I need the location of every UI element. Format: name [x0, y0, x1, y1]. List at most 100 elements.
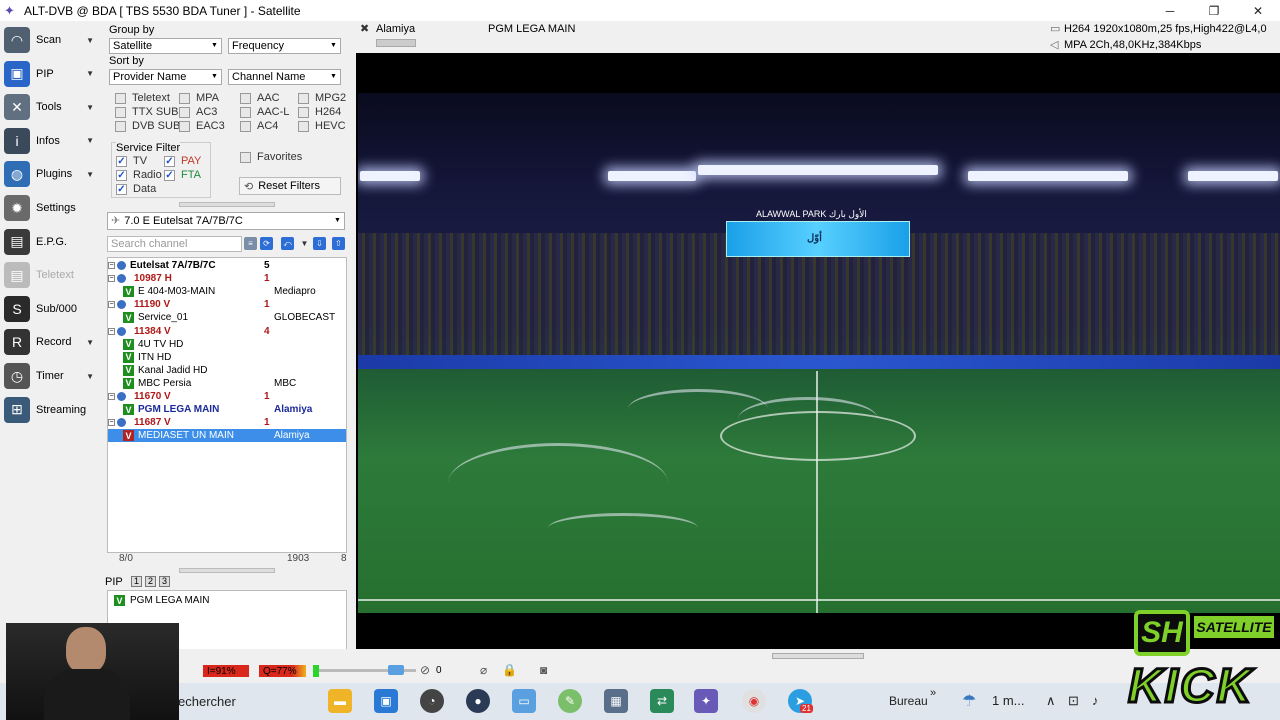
nav-sub-000[interactable]: S Sub/000 [4, 294, 100, 324]
altdvb-app-icon[interactable]: ✦ [694, 689, 718, 713]
filter-h264-checkbox[interactable]: H264 [298, 106, 341, 118]
transponder-node[interactable]: − 11190 V 1 [108, 298, 346, 311]
dropdown-arrow-icon[interactable]: ▼ [86, 69, 94, 78]
panel-splitter[interactable] [179, 202, 275, 207]
group-by-secondary-select[interactable]: Frequency ▼ [228, 38, 341, 54]
filter-tv-checkbox[interactable]: ✓ TV [116, 155, 147, 167]
filter-ac4-checkbox[interactable]: AC4 [240, 120, 278, 132]
nav-scan[interactable]: ◠ Scan ▼ [4, 25, 100, 55]
clock-app-icon[interactable]: ◔ [420, 689, 444, 713]
microphone-icon[interactable]: ♪ [1092, 693, 1099, 708]
dropdown-arrow-icon[interactable]: ▼ [86, 338, 94, 347]
sort-by-select[interactable]: Provider Name ▼ [109, 69, 222, 85]
dropdown-arrow-icon[interactable]: ▼ [86, 36, 94, 45]
restore-button[interactable]: ❐ [1192, 0, 1236, 21]
close-icon[interactable]: ✖ [360, 21, 372, 37]
transponder-node[interactable]: − 11384 V 4 [108, 325, 346, 338]
paint-app-icon[interactable]: ✎ [558, 689, 582, 713]
media-app-icon[interactable]: ● [466, 689, 490, 713]
filter-dvb-sub-checkbox[interactable]: DVB SUB [115, 120, 180, 132]
chrome-icon[interactable]: ◉ [742, 689, 766, 713]
transponder-node[interactable]: − 10987 H 1 [108, 272, 346, 285]
favorites-checkbox[interactable]: Favorites [240, 151, 302, 163]
reset-filters-button[interactable]: ⟲ Reset Filters [239, 177, 341, 195]
nav-tools[interactable]: ✕ Tools ▼ [4, 92, 100, 122]
taskbar-search[interactable]: echercher [178, 694, 236, 709]
channel-row[interactable]: V E 404-M03-MAIN Mediapro [108, 285, 346, 298]
collapse-icon[interactable]: − [108, 327, 115, 335]
pip-channel-row[interactable]: V PGM LEGA MAIN [108, 594, 346, 607]
volume-slider-handle[interactable] [388, 665, 404, 675]
nav-e-p-g[interactable]: ▤ E.P.G. [4, 227, 100, 257]
filter-aac-l-checkbox[interactable]: AAC-L [240, 106, 289, 118]
filter-ttx-sub-checkbox[interactable]: TTX SUB [115, 106, 178, 118]
pip-splitter[interactable] [179, 568, 275, 573]
dropdown-arrow-icon[interactable]: ▼ [86, 136, 94, 145]
filter-hevc-checkbox[interactable]: HEVC [298, 120, 346, 132]
channel-row[interactable]: V Service_01 GLOBECAST [108, 311, 346, 324]
camera-icon[interactable]: ◙ [540, 663, 547, 677]
minimize-button[interactable]: ─ [1148, 0, 1192, 21]
filter-eac3-checkbox[interactable]: EAC3 [179, 120, 225, 132]
nav-pip[interactable]: ▣ PIP ▼ [4, 59, 100, 89]
pip-tab-1[interactable]: 1 [131, 576, 142, 587]
transponder-node[interactable]: − 11670 V 1 [108, 390, 346, 403]
close-button[interactable]: ✕ [1236, 0, 1280, 21]
filter-ac3-checkbox[interactable]: AC3 [179, 106, 217, 118]
nav-settings[interactable]: ✹ Settings [4, 193, 100, 223]
satellite-node[interactable]: − Eutelsat 7A/7B/7C 5 [108, 259, 346, 272]
filter-radio-checkbox[interactable]: ✓ Radio [116, 169, 162, 181]
sort-by-secondary-select[interactable]: Channel Name ▼ [228, 69, 341, 85]
network-icon[interactable]: ⊡ [1068, 693, 1079, 709]
nav-infos[interactable]: i Infos ▼ [4, 126, 100, 156]
list-icon[interactable]: ≡ [244, 237, 257, 250]
group-by-select[interactable]: Satellite ▼ [109, 38, 222, 54]
store-icon[interactable]: ▣ [374, 689, 398, 713]
sort-up-icon[interactable]: ⇧ [332, 237, 345, 250]
collapse-icon[interactable]: − [108, 301, 115, 309]
refresh-icon[interactable]: ⟳ [260, 237, 273, 250]
nav-timer[interactable]: ◷ Timer ▼ [4, 361, 100, 391]
search-channel-input[interactable]: Search channel [107, 236, 242, 252]
filter-mpg2-checkbox[interactable]: MPG2 [298, 92, 346, 104]
filter-data-checkbox[interactable]: ✓ Data [116, 183, 156, 195]
pip-tab-3[interactable]: 3 [159, 576, 170, 587]
nav-plugins[interactable]: ◍ Plugins ▼ [4, 159, 100, 189]
lock-icon[interactable]: 🔒 [502, 663, 517, 677]
dropdown-arrow-icon[interactable]: ▼ [86, 372, 94, 381]
video-window[interactable]: ✖ Alamiya PGM LEGA MAIN ▭ H264 1920x1080… [356, 21, 1280, 649]
dropdown-arrow-icon[interactable]: ▼ [86, 170, 94, 179]
filter-mpa-checkbox[interactable]: MPA [179, 92, 219, 104]
file-explorer-icon[interactable]: ▬ [328, 689, 352, 713]
channel-row[interactable]: V Kanal Jadid HD [108, 364, 346, 377]
channel-row[interactable]: V PGM LEGA MAIN Alamiya [108, 403, 346, 416]
dropdown-arrow-icon[interactable]: ▼ [86, 103, 94, 112]
collapse-icon[interactable]: − [108, 393, 115, 400]
channel-row[interactable]: V MEDIASET UN MAIN Alamiya [108, 429, 346, 443]
nav-streaming[interactable]: ⊞ Streaming [4, 395, 100, 425]
channel-row[interactable]: V MBC Persia MBC [108, 377, 346, 390]
collapse-icon[interactable]: − [108, 262, 115, 269]
mute-icon[interactable]: ⊘ [420, 663, 430, 677]
splitter-handle[interactable] [772, 653, 864, 659]
satellite-select[interactable]: ✈ 7.0 E Eutelsat 7A/7B/7C ▼ [107, 212, 345, 230]
channel-tree[interactable]: − Eutelsat 7A/7B/7C 5 − 10987 H 1 V E 404-M03-M… [107, 257, 347, 553]
transponder-node[interactable]: − 11687 V 1 [108, 416, 346, 429]
weather-icon[interactable]: ☂ [962, 691, 976, 711]
weather-text[interactable]: 1 m... [992, 693, 1025, 708]
filter-pay-checkbox[interactable]: ✓ PAY [164, 155, 201, 167]
toolbar-expand-icon[interactable]: » [930, 687, 936, 699]
calculator-icon[interactable]: ▦ [604, 689, 628, 713]
nav-record[interactable]: R Record ▼ [4, 327, 100, 357]
collapse-icon[interactable]: − [108, 275, 115, 283]
tray-expand-icon[interactable]: ∧ [1046, 693, 1056, 709]
channel-row[interactable]: V 4U TV HD [108, 338, 346, 351]
crossed-icon[interactable]: ⌀ [480, 663, 487, 677]
filter-fta-checkbox[interactable]: ✓ FTA [164, 169, 201, 181]
chevron-down-icon[interactable]: ▼ [298, 237, 311, 250]
network-app-icon[interactable]: ⇄ [650, 689, 674, 713]
sort-down-icon[interactable]: ⇩ [313, 237, 326, 250]
laptop-app-icon[interactable]: ▭ [512, 689, 536, 713]
collapse-icon[interactable]: − [108, 419, 115, 427]
nav-teletext[interactable]: ▤ Teletext [4, 260, 100, 290]
